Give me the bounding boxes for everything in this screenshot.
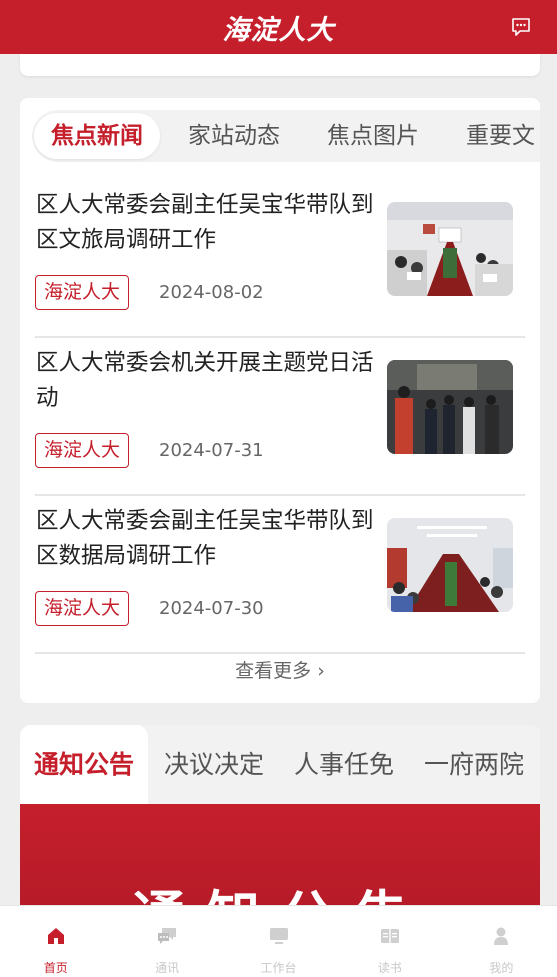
nav-profile[interactable]: 我的 bbox=[446, 906, 557, 977]
news-item[interactable]: 区人大常委会副主任吴宝华带队到区数据局调研工作 海淀人大 2024-07-30 bbox=[35, 496, 525, 654]
message-icon[interactable] bbox=[510, 16, 532, 38]
nav-reading[interactable]: 读书 bbox=[334, 906, 445, 977]
tab-focus-news[interactable]: 焦点新闻 bbox=[34, 113, 160, 159]
home-icon bbox=[47, 928, 64, 944]
source-tag: 海淀人大 bbox=[35, 275, 129, 310]
news-date: 2024-07-31 bbox=[159, 440, 264, 461]
nav-label: 工作台 bbox=[260, 961, 297, 975]
chevron-right-icon: › bbox=[317, 660, 325, 682]
news-thumbnail bbox=[387, 360, 513, 454]
news-item[interactable]: 区人大常委会机关开展主题党日活动 海淀人大 2024-07-31 bbox=[35, 338, 525, 496]
user-icon bbox=[494, 927, 509, 945]
previous-card bbox=[20, 54, 540, 76]
news-title: 区人大常委会机关开展主题党日活动 bbox=[36, 350, 374, 411]
news-tabbar: 焦点新闻 家站动态 焦点图片 重要文 bbox=[32, 110, 540, 162]
nav-label: 我的 bbox=[489, 961, 514, 975]
focus-news-card: 焦点新闻 家站动态 焦点图片 重要文 区人大常委会副主任吴宝华带队到区文旅局调研… bbox=[20, 98, 540, 703]
nav-workbench[interactable]: 工作台 bbox=[223, 906, 334, 977]
nav-home[interactable]: 首页 bbox=[0, 906, 111, 977]
nav-label: 通讯 bbox=[155, 961, 180, 975]
nav-label: 读书 bbox=[377, 961, 402, 975]
chat-icon bbox=[158, 928, 177, 944]
app-header: 海淀人大 bbox=[0, 0, 557, 54]
news-date: 2024-07-30 bbox=[159, 598, 264, 619]
news-date: 2024-08-02 bbox=[159, 282, 264, 303]
tab-appointments[interactable]: 人事任免 bbox=[294, 725, 394, 804]
news-thumbnail bbox=[387, 518, 513, 612]
view-more-label: 查看更多 bbox=[235, 660, 312, 682]
tab-focus-pictures[interactable]: 焦点图片 bbox=[327, 110, 419, 162]
news-item[interactable]: 区人大常委会副主任吴宝华带队到区文旅局调研工作 海淀人大 2024-08-02 bbox=[35, 180, 525, 338]
tab-resolutions[interactable]: 决议决定 bbox=[164, 725, 264, 804]
tab-notices[interactable]: 通知公告 bbox=[20, 725, 149, 804]
notice-banner[interactable]: 通知公告 bbox=[20, 804, 540, 915]
app-title: 海淀人大 bbox=[222, 14, 335, 46]
notice-card: 通知公告 决议决定 人事任免 一府两院 通知公告 bbox=[20, 725, 540, 915]
tab-important[interactable]: 重要文 bbox=[466, 110, 535, 162]
news-title: 区人大常委会副主任吴宝华带队到区数据局调研工作 bbox=[36, 508, 374, 569]
tab-station-news[interactable]: 家站动态 bbox=[188, 110, 280, 162]
book-icon bbox=[380, 929, 399, 943]
bottom-nav: 首页 通讯 工作台 读书 我的 bbox=[0, 905, 557, 977]
view-more-link[interactable]: 查看更多 › bbox=[20, 656, 540, 683]
source-tag: 海淀人大 bbox=[35, 433, 129, 468]
notice-tabbar: 通知公告 决议决定 人事任免 一府两院 bbox=[20, 725, 540, 804]
news-title: 区人大常委会副主任吴宝华带队到区文旅局调研工作 bbox=[36, 192, 374, 253]
nav-chat[interactable]: 通讯 bbox=[111, 906, 222, 977]
monitor-icon bbox=[269, 928, 288, 944]
tab-government-courts[interactable]: 一府两院 bbox=[424, 725, 524, 804]
news-thumbnail bbox=[387, 202, 513, 296]
source-tag: 海淀人大 bbox=[35, 591, 129, 626]
nav-label: 首页 bbox=[43, 961, 68, 975]
